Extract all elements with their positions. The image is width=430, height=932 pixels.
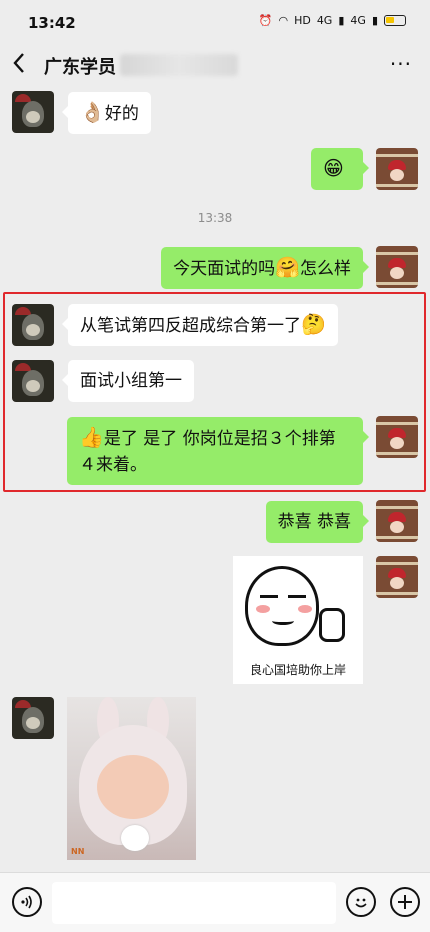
more-actions-button[interactable] — [390, 887, 420, 917]
message-bubble[interactable]: 😁 — [311, 148, 369, 190]
thumbs-up-drawing — [319, 608, 345, 642]
plus-icon — [398, 895, 412, 909]
message-input[interactable] — [52, 882, 336, 924]
message-bubble[interactable]: 从笔试第四反超成综合第一了🤔 — [62, 304, 338, 346]
ok-hand-emoji: 👌🏼 — [80, 100, 105, 124]
contact-avatar[interactable] — [12, 91, 54, 133]
input-bar — [0, 872, 430, 932]
signal-icon: ▮ — [338, 14, 345, 27]
voice-input-button[interactable] — [12, 887, 42, 917]
smiley-icon — [355, 898, 367, 908]
back-button[interactable] — [12, 52, 36, 78]
my-avatar[interactable] — [376, 556, 418, 598]
child-face — [97, 755, 169, 819]
sticker-message[interactable]: 良心国培助你上岸 — [233, 556, 363, 684]
hug-emoji: 🤗 — [275, 255, 300, 279]
contact-avatar[interactable] — [12, 304, 54, 346]
my-avatar[interactable] — [376, 416, 418, 458]
back-arrow-icon — [13, 53, 24, 73]
grinning-emoji: 😁 — [323, 156, 344, 180]
network-4g-label-2: 4G — [350, 14, 366, 27]
status-bar: 13:42 ⏰ ◠ HD 4G ▮ 4G ▮ — [0, 0, 430, 40]
chat-timestamp: 13:38 — [197, 211, 233, 225]
message-bubble[interactable]: 👌🏼好的 — [62, 92, 151, 134]
message-text: 从笔试第四反超成综合第一了 — [80, 316, 301, 336]
message-text: 今天面试的吗 — [173, 259, 276, 279]
status-icons: ⏰ ◠ HD 4G ▮ 4G ▮ — [259, 14, 406, 27]
message-text: 怎么样 — [300, 259, 351, 279]
smirk-face-drawing — [245, 566, 319, 646]
my-avatar[interactable] — [376, 148, 418, 190]
photo-watermark: NN — [71, 847, 85, 856]
sticker-caption: 良心国培助你上岸 — [249, 663, 346, 677]
message-text-line-1: 是了 是了 你岗位是招３个排第 — [103, 429, 336, 449]
network-hd-label: HD — [294, 14, 311, 27]
status-time: 13:42 — [28, 14, 76, 32]
message-text-line-2: ４来着。 — [79, 455, 147, 475]
alarm-icon: ⏰ — [258, 14, 273, 27]
my-avatar[interactable] — [376, 246, 418, 288]
message-bubble[interactable]: 👍是了 是了 你岗位是招３个排第 ４来着。 — [67, 417, 369, 485]
thinking-emoji: 🤔 — [301, 312, 326, 336]
more-options-button[interactable]: ··· — [390, 52, 412, 76]
message-text: 面试小组第一 — [80, 371, 182, 391]
chat-title: 广东学员 — [44, 57, 116, 78]
emoji-button[interactable] — [346, 887, 376, 917]
title-redaction — [120, 54, 238, 76]
wifi-icon: ◠ — [278, 14, 289, 27]
message-bubble[interactable]: 面试小组第一 — [62, 360, 194, 402]
thumbs-up-emoji: 👍 — [79, 425, 104, 449]
contact-avatar[interactable] — [12, 360, 54, 402]
photo-message[interactable]: NN — [67, 697, 196, 860]
my-avatar[interactable] — [376, 500, 418, 542]
message-bubble[interactable]: 今天面试的吗🤗怎么样 — [161, 247, 369, 289]
chat-header: 广东学员 ··· — [0, 40, 430, 90]
message-text: 好的 — [104, 104, 139, 124]
battery-icon — [384, 15, 406, 26]
voice-icon — [21, 895, 32, 909]
message-bubble[interactable]: 恭喜 恭喜 — [265, 501, 370, 543]
message-text: 恭喜 恭喜 — [277, 512, 351, 532]
signal-icon: ▮ — [371, 14, 378, 27]
network-4g-label-1: 4G — [316, 14, 333, 27]
contact-avatar[interactable] — [12, 697, 54, 739]
